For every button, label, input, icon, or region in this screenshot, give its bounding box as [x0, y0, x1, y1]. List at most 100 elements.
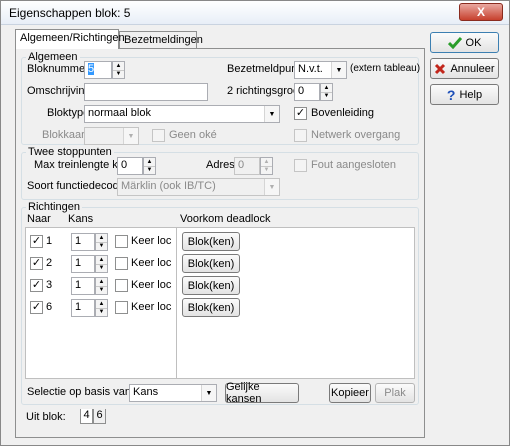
spin-up-icon[interactable]: ▲: [144, 158, 155, 167]
max-treinlengte-spinner[interactable]: ▲ ▼: [143, 157, 156, 175]
plak-button[interactable]: Plak: [375, 383, 415, 403]
keer-loc-checkbox[interactable]: [115, 279, 128, 292]
blokkaart-label: Blokkaart: [42, 129, 88, 141]
spin-down-icon[interactable]: ▼: [144, 167, 155, 175]
cancel-button[interactable]: Annuleer: [430, 58, 499, 79]
spin-up-icon[interactable]: ▲: [96, 256, 107, 265]
ok-label: OK: [465, 36, 482, 49]
spin-down-icon[interactable]: ▼: [261, 167, 272, 175]
keer-loc-checkbox[interactable]: [115, 257, 128, 270]
spin-up-icon[interactable]: ▲: [261, 158, 272, 167]
adres-label: Adres: [206, 159, 235, 171]
col-voorkom-deadlock: Voorkom deadlock: [180, 213, 271, 225]
table-row: ✓ 1 1 ▲ ▼ Keer loc Blok(ken): [26, 232, 414, 252]
spin-up-icon[interactable]: ▲: [113, 62, 124, 71]
chevron-down-icon[interactable]: ▼: [264, 106, 279, 122]
spin-up-icon[interactable]: ▲: [321, 84, 332, 93]
richtingen-table: ✓ 1 1 ▲ ▼ Keer loc Blok(ken) ✓ 2 1 ▲ ▼ Kee…: [25, 227, 415, 379]
row-kans-input[interactable]: 1: [71, 233, 95, 251]
tab-panel: Algemeen Bloknummer 5 ▲ ▼ Bezetmeldpunt N…: [15, 48, 425, 438]
close-icon[interactable]: X: [459, 3, 503, 21]
row-kans-spinner[interactable]: ▲ ▼: [95, 233, 108, 251]
row-kans-input[interactable]: 1: [71, 255, 95, 273]
tab-bezetmeldingen[interactable]: Bezetmeldingen: [119, 31, 203, 49]
row-enabled-checkbox[interactable]: ✓: [30, 235, 43, 248]
tab-algemeen-richtingen[interactable]: Algemeen/Richtingen: [15, 29, 125, 49]
row-naar: 2: [46, 257, 53, 269]
row-naar: 1: [46, 235, 53, 247]
spin-down-icon[interactable]: ▼: [321, 93, 332, 101]
bloknummer-input[interactable]: 5: [84, 61, 112, 79]
spin-up-icon[interactable]: ▲: [96, 300, 107, 309]
bezetmeldpunt-label: Bezetmeldpunt: [227, 63, 301, 75]
chevron-down-icon[interactable]: ▼: [331, 62, 346, 78]
fout-aangesloten-label: Fout aangesloten: [311, 159, 397, 171]
functiedecoder-label: Soort functiedecoder: [27, 180, 129, 192]
omschrijving-input[interactable]: [84, 83, 208, 101]
stoppunten-group-label: Twee stoppunten: [26, 146, 114, 158]
row-naar: 6: [46, 301, 53, 313]
spin-down-icon[interactable]: ▼: [96, 287, 107, 295]
netwerk-overgang-checkbox[interactable]: [294, 129, 307, 142]
spin-down-icon[interactable]: ▼: [96, 243, 107, 251]
fout-aangesloten-checkbox[interactable]: [294, 159, 307, 172]
row-kans-spinner[interactable]: ▲ ▼: [95, 299, 108, 317]
blokken-button[interactable]: Blok(ken): [182, 254, 240, 273]
blokken-button[interactable]: Blok(ken): [182, 276, 240, 295]
blokken-button[interactable]: Blok(ken): [182, 232, 240, 251]
row-kans-spinner[interactable]: ▲ ▼: [95, 255, 108, 273]
checkmark-icon: [447, 36, 462, 49]
gelijke-kansen-button[interactable]: Gelijke kansen: [225, 381, 299, 405]
adres-spinner[interactable]: ▲ ▼: [260, 157, 273, 175]
bloktype-dropdown[interactable]: normaal blok ▼: [84, 105, 280, 123]
keer-loc-checkbox[interactable]: [115, 301, 128, 314]
cancel-x-icon: [435, 63, 446, 74]
bovenleiding-checkbox[interactable]: ✓: [294, 107, 307, 120]
bloknummer-spinner[interactable]: ▲ ▼: [112, 61, 125, 79]
geen-oke-checkbox[interactable]: [152, 129, 165, 142]
dialog-window: Eigenschappen blok: 5 X OK Annuleer ? He…: [0, 0, 510, 446]
spin-up-icon[interactable]: ▲: [96, 278, 107, 287]
bezetmeldpunt-dropdown[interactable]: N.v.t. ▼: [294, 61, 347, 79]
netwerk-overgang-label: Netwerk overgang: [311, 129, 401, 141]
geen-oke-label: Geen oké: [169, 129, 217, 141]
omschrijving-label: Omschrijving: [27, 85, 91, 97]
row-enabled-checkbox[interactable]: ✓: [30, 257, 43, 270]
max-treinlengte-input[interactable]: 0: [117, 157, 143, 175]
help-button[interactable]: ? Help: [430, 84, 499, 105]
kopieer-button[interactable]: Kopieer: [329, 383, 371, 403]
richtingsgroep-spinner[interactable]: ▲ ▼: [320, 83, 333, 101]
blokkaart-dropdown[interactable]: ▼: [84, 127, 139, 145]
row-enabled-checkbox[interactable]: ✓: [30, 301, 43, 314]
row-enabled-checkbox[interactable]: ✓: [30, 279, 43, 292]
row-kans-spinner[interactable]: ▲ ▼: [95, 277, 108, 295]
ok-button[interactable]: OK: [430, 32, 499, 53]
spin-down-icon[interactable]: ▼: [113, 71, 124, 79]
functiedecoder-dropdown[interactable]: Märklin (ook IB/TC) ▼: [117, 178, 280, 196]
blokken-button[interactable]: Blok(ken): [182, 298, 240, 317]
algemeen-group: Algemeen Bloknummer 5 ▲ ▼ Bezetmeldpunt N…: [21, 51, 420, 145]
row-naar: 3: [46, 279, 53, 291]
stoppunten-group: Twee stoppunten Max treinlengte kort 0 ▲…: [21, 146, 419, 200]
keer-loc-label: Keer loc: [131, 301, 172, 313]
chevron-down-icon[interactable]: ▼: [123, 128, 138, 144]
keer-loc-checkbox[interactable]: [115, 235, 128, 248]
title-bar[interactable]: Eigenschappen blok: 5 X: [1, 1, 509, 25]
spin-down-icon[interactable]: ▼: [96, 309, 107, 317]
chevron-down-icon[interactable]: ▼: [201, 385, 216, 401]
spin-up-icon[interactable]: ▲: [96, 234, 107, 243]
richtingen-group: Richtingen Naar Kans Voorkom deadlock ✓ …: [21, 201, 419, 405]
cancel-label: Annuleer: [450, 62, 495, 75]
row-kans-input[interactable]: 1: [71, 277, 95, 295]
uit-blok-tab-4[interactable]: 4: [80, 409, 93, 424]
richtingen-group-label: Richtingen: [26, 201, 82, 213]
keer-loc-label: Keer loc: [131, 257, 172, 269]
uit-blok-tab-6[interactable]: 6: [93, 409, 106, 424]
richtingsgroep-input[interactable]: 0: [294, 83, 320, 101]
spin-down-icon[interactable]: ▼: [96, 265, 107, 273]
chevron-down-icon[interactable]: ▼: [264, 179, 279, 195]
bloktype-label: Bloktype: [47, 107, 90, 119]
row-kans-input[interactable]: 1: [71, 299, 95, 317]
selectie-dropdown[interactable]: Kans ▼: [129, 384, 217, 402]
adres-input[interactable]: 0: [234, 157, 260, 175]
